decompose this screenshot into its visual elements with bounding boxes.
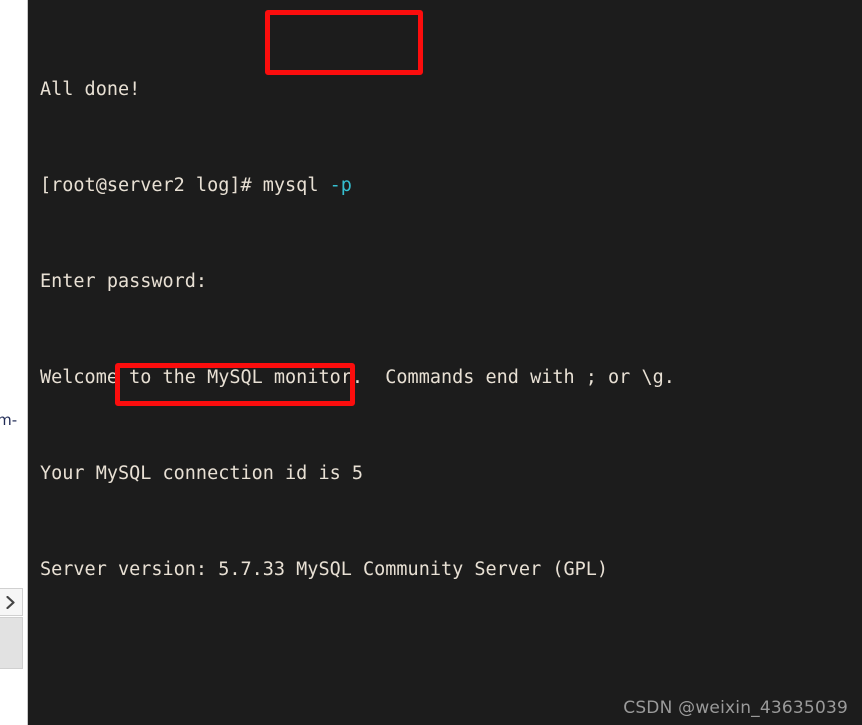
shell-prompt: [root@server2 log]# (40, 175, 263, 196)
terminal-line-welcome: Welcome to the MySQL monitor. Commands e… (40, 367, 675, 388)
terminal-line-all-done: All done! (40, 79, 141, 100)
terminal-line-server-version: Server version: 5.7.33 MySQL Community S… (40, 559, 609, 580)
terminal-window[interactable]: All done! [root@server2 log]# mysql -p E… (28, 0, 862, 725)
terminal-line-enter-password: Enter password: (40, 271, 208, 292)
sidebar-expand-button[interactable] (0, 588, 23, 616)
terminal-line-connection-id: Your MySQL connection id is 5 (40, 463, 364, 484)
sidebar-clipped-text: om- (0, 411, 18, 429)
left-sidebar: om- (0, 0, 28, 725)
sidebar-gray-panel[interactable] (0, 617, 23, 669)
csdn-watermark: CSDN @weixin_43635039 (623, 698, 848, 718)
terminal-output: All done! [root@server2 log]# mysql -p E… (40, 6, 862, 725)
command-flag-p: -p (318, 175, 352, 196)
chevron-right-icon (5, 595, 17, 609)
terminal-line-prompt-mysql-command: [root@server2 log]# mysql -p (40, 174, 862, 198)
screenshot-root: om- All done! [root@server2 log]# mysql … (0, 0, 862, 725)
command-mysql: mysql (262, 175, 319, 196)
